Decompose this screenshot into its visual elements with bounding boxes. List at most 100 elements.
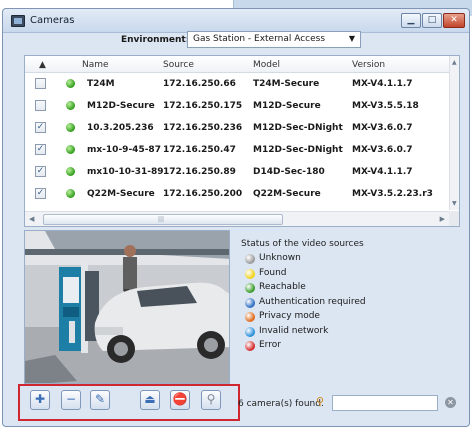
cell-name: mx10-10-31-89 <box>87 167 164 177</box>
scroll-right-icon[interactable]: ▶ <box>440 215 445 223</box>
status-reachable-icon <box>66 189 75 198</box>
eject-button[interactable]: ⏏ <box>140 390 160 410</box>
table-row[interactable]: ✓ mx-10-9-45-87 172.16.250.47 M12D-Sec-DNig… <box>25 140 449 159</box>
table-row[interactable]: ✓ Q22M-Secure 172.16.250.200 Q22M-Secure MX-… <box>25 184 449 203</box>
legend-status-icon <box>245 312 255 322</box>
cell-version: MX-V3.5.5.18 <box>352 101 419 111</box>
environment-value: Gas Station - External Access <box>193 34 326 44</box>
status-reachable-icon <box>66 123 75 132</box>
legend-label: Error <box>259 340 281 350</box>
cell-source: 172.16.250.66 <box>163 79 236 89</box>
table-row[interactable]: M12D-Secure 172.16.250.175 M12D-Secure MX-V… <box>25 96 449 115</box>
cell-source: 172.16.250.200 <box>163 189 243 199</box>
camera-app-icon <box>11 15 25 27</box>
column-header-version[interactable]: Version <box>352 60 385 70</box>
legend-label: Found <box>259 267 287 278</box>
sort-indicator-icon: ▲ <box>39 60 46 70</box>
status-reachable-icon <box>66 101 75 110</box>
scrollbar-thumb[interactable]: ||| <box>43 214 283 225</box>
row-checkbox[interactable]: ✓ <box>35 188 46 199</box>
vertical-scrollbar[interactable]: ▲ ▼ <box>449 56 459 210</box>
cell-model: M12D-Secure <box>253 101 321 111</box>
privacy-button[interactable]: ⛔ <box>170 390 190 410</box>
cell-name: T24M <box>87 79 115 89</box>
legend-status-icon <box>245 283 255 293</box>
cell-version: MX-V3.6.0.7 <box>352 123 413 133</box>
row-checkbox[interactable] <box>35 100 46 111</box>
legend-status-icon <box>245 254 255 264</box>
legend-status-icon <box>245 297 255 308</box>
legend-status-icon <box>245 341 255 351</box>
camera-preview-image <box>24 230 230 384</box>
cell-model: T24M-Secure <box>253 79 320 89</box>
cell-model: M12D-Sec-DNight <box>253 145 343 155</box>
grip-icon: ||| <box>158 216 165 223</box>
add-button[interactable]: ✚ <box>30 390 50 410</box>
row-checkbox[interactable] <box>35 78 46 89</box>
cell-name: 10.3.205.236 <box>87 123 154 133</box>
environment-select[interactable]: Gas Station - External Access ▼ <box>187 31 361 48</box>
clear-search-icon[interactable]: ✕ <box>445 397 456 408</box>
cell-version: MX-V4.1.1.7 <box>352 79 413 89</box>
legend-status-icon <box>245 268 255 279</box>
horizontal-scrollbar[interactable]: ◀ ||| ▶ <box>25 211 449 226</box>
scroll-left-icon[interactable]: ◀ <box>29 215 34 223</box>
column-header-name[interactable]: Name <box>82 60 109 70</box>
cell-name: Q22M-Secure <box>87 189 155 199</box>
window-title: Cameras <box>30 15 75 26</box>
status-reachable-icon <box>66 167 75 176</box>
row-checkbox[interactable]: ✓ <box>35 122 46 133</box>
dropdown-arrow-icon: ▼ <box>348 34 355 43</box>
cell-version: MX-V4.1.1.7 <box>352 167 413 177</box>
cell-model: M12D-Sec-DNight <box>253 123 343 133</box>
status-legend-title: Status of the video sources <box>241 239 364 249</box>
table-header: ▲ Name Source Model Version <box>25 56 449 73</box>
minimize-button[interactable]: ▁ <box>401 13 421 28</box>
edit-icon: ✎ <box>94 392 106 406</box>
cell-version: MX-V3.6.0.7 <box>352 145 413 155</box>
table-row[interactable]: ✓ mx10-10-31-89 172.16.250.89 D14D-Sec-180 M… <box>25 162 449 181</box>
status-reachable-icon <box>66 79 75 88</box>
table-row[interactable]: ✓ 10.3.205.236 172.16.250.236 M12D-Sec-DNig… <box>25 118 449 137</box>
remove-icon: − <box>65 392 77 406</box>
legend-label: Unknown <box>259 253 301 263</box>
legend-label: Authentication required <box>259 296 366 307</box>
search-input[interactable] <box>332 395 438 411</box>
cell-model: D14D-Sec-180 <box>253 167 325 177</box>
add-icon: ✚ <box>34 392 46 406</box>
cell-source: 172.16.250.236 <box>163 123 243 133</box>
row-checkbox[interactable]: ✓ <box>35 166 46 177</box>
cell-name: M12D-Secure <box>87 101 155 111</box>
title-bar: Cameras ▁ □ ✕ <box>3 9 469 33</box>
privacy-icon: ⛔ <box>172 392 188 406</box>
close-button[interactable]: ✕ <box>443 13 465 28</box>
cell-source: 172.16.250.89 <box>163 167 236 177</box>
column-header-source[interactable]: Source <box>163 60 194 70</box>
binoculars-icon: ⚲ <box>206 392 216 406</box>
cell-name: mx-10-9-45-87 <box>87 145 161 155</box>
cell-version: MX-V3.5.2.23.r3 <box>352 189 433 199</box>
binoculars-button[interactable]: ⚲ <box>201 390 221 410</box>
legend-label: Reachable <box>259 282 306 292</box>
scrollbar-corner <box>449 211 459 226</box>
legend-label: Privacy mode <box>259 311 320 321</box>
column-header-model[interactable]: Model <box>253 60 280 70</box>
cell-model: Q22M-Secure <box>253 189 321 199</box>
row-checkbox[interactable]: ✓ <box>35 144 46 155</box>
cell-source: 172.16.250.47 <box>163 145 236 155</box>
table-row[interactable]: T24M 172.16.250.66 T24M-Secure MX-V4.1.1.7 <box>25 74 449 93</box>
cell-source: 172.16.250.175 <box>163 101 243 111</box>
remove-button[interactable]: − <box>61 390 81 410</box>
search-icon: ⚲ <box>316 395 325 408</box>
camera-count-text: 6 camera(s) found. <box>238 399 324 409</box>
scroll-down-icon[interactable]: ▼ <box>452 200 457 207</box>
scroll-up-icon[interactable]: ▲ <box>452 59 457 66</box>
environment-label: Environment: <box>121 35 190 45</box>
maximize-button[interactable]: □ <box>422 13 442 28</box>
camera-table: ▲ Name Source Model Version T24M 172.16.2… <box>24 55 460 227</box>
legend-status-icon <box>245 326 255 337</box>
eject-icon: ⏏ <box>144 392 156 406</box>
edit-button[interactable]: ✎ <box>90 390 110 410</box>
legend-label: Invalid network <box>259 325 329 336</box>
status-reachable-icon <box>66 145 75 154</box>
